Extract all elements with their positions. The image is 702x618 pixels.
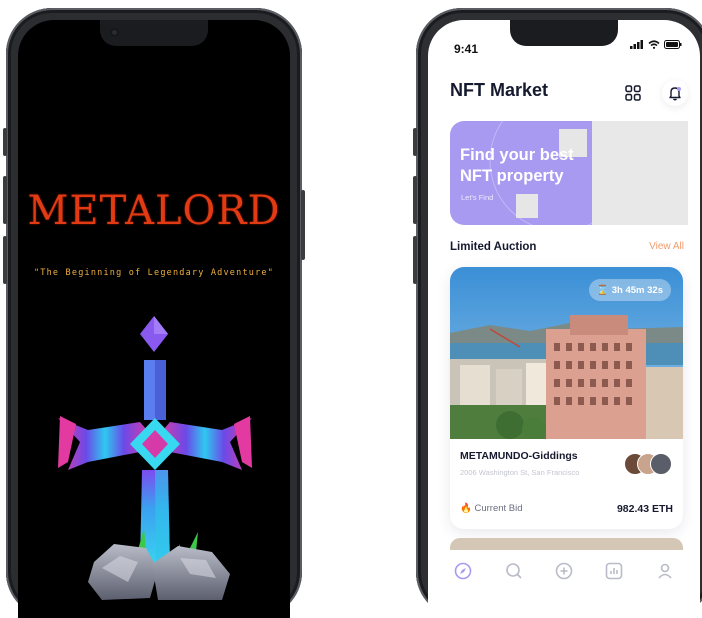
next-auction-card[interactable] <box>450 538 683 550</box>
current-bid-label: 🔥 Current Bid <box>460 503 523 514</box>
bell-icon[interactable] <box>662 80 688 106</box>
section-title: Limited Auction <box>450 241 537 253</box>
banner-placeholder-square <box>516 194 538 218</box>
nft-name: METAMUNDO-Giddings <box>460 450 578 462</box>
camera-icon <box>110 28 119 37</box>
current-bid-value: 982.43 ETH <box>616 503 673 515</box>
banner-title: Find your best NFT property <box>460 146 574 185</box>
sword-logo-illustration <box>58 316 252 600</box>
signal-icon <box>630 40 643 49</box>
mute-switch <box>413 128 417 156</box>
notch <box>100 20 208 46</box>
banner-image-placeholder <box>592 121 688 225</box>
page-title: NFT Market <box>450 80 549 100</box>
mute-switch <box>3 128 7 156</box>
phone-right: 9:41 NFT Market Find your best NFT prope… <box>413 8 702 618</box>
grid-icon[interactable] <box>620 80 646 106</box>
banner-cta[interactable]: Let's Find <box>461 193 493 202</box>
battery-icon <box>664 40 682 49</box>
chart-icon[interactable] <box>603 560 625 582</box>
avatar <box>650 453 672 475</box>
nft-address: 2006 Washington St, San Francisco <box>460 468 580 477</box>
nft-market-screen: 9:41 NFT Market Find your best NFT prope… <box>428 20 700 618</box>
notch <box>510 20 618 46</box>
status-time: 9:41 <box>454 42 479 56</box>
view-all-link[interactable]: View All <box>649 241 684 252</box>
wifi-icon <box>648 40 660 49</box>
plus-icon[interactable] <box>553 560 575 582</box>
game-title: METALORD <box>27 188 281 234</box>
profile-icon[interactable] <box>654 560 676 582</box>
status-icons <box>630 40 682 49</box>
game-subtitle: "The Beginning of Legendary Adventure" <box>33 268 275 278</box>
compass-icon[interactable] <box>452 560 474 582</box>
volume-up-button <box>3 176 7 224</box>
volume-down-button <box>413 236 417 284</box>
hourglass-icon: ⌛ <box>596 284 609 296</box>
game-splash-screen[interactable]: METALORD "The Beginning of Legendary Adv… <box>18 20 290 618</box>
auction-card[interactable]: ⌛ 3h 45m 32s METAMUNDO-Giddings 2006 Was… <box>450 267 683 529</box>
promo-banner[interactable]: Find your best NFT property Let's Find <box>450 121 688 225</box>
timer-value: 3h 45m 32s <box>611 284 663 296</box>
volume-down-button <box>3 236 7 284</box>
tab-bar <box>428 551 700 591</box>
power-button <box>301 190 305 260</box>
bidder-avatars[interactable] <box>624 453 672 475</box>
fire-icon: 🔥 <box>460 503 472 514</box>
auction-timer: ⌛ 3h 45m 32s <box>588 279 671 301</box>
phone-left: METALORD "The Beginning of Legendary Adv… <box>3 8 305 618</box>
volume-up-button <box>413 176 417 224</box>
search-icon[interactable] <box>503 560 525 582</box>
